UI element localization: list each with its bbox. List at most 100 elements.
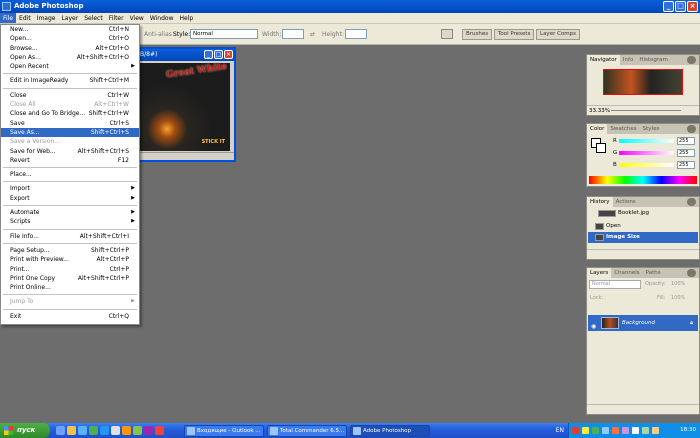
file-menu-item-open-as[interactable]: Open As... Alt+Shift+Ctrl+O: [1, 53, 139, 62]
tray-icon[interactable]: [602, 427, 609, 434]
red-value[interactable]: 255: [677, 137, 695, 145]
file-menu-item-print-with-preview[interactable]: Print with Preview... Alt+Ctrl+P: [1, 255, 139, 264]
history-snapshot[interactable]: Booklet.jpg: [588, 208, 698, 219]
layer-row-background[interactable]: ◉ Background 🔒︎: [588, 315, 698, 331]
palette-well-icon[interactable]: [441, 29, 453, 39]
file-menu-item-browse[interactable]: Browse... Alt+Ctrl+O: [1, 44, 139, 53]
well-tab-tool-presets[interactable]: Tool Presets: [494, 29, 535, 40]
file-menu-item-exit[interactable]: Exit Ctrl+Q: [1, 312, 139, 321]
close-button[interactable]: ×: [687, 1, 698, 12]
tray-icon[interactable]: [582, 427, 589, 434]
menu-view[interactable]: View: [127, 13, 147, 23]
blend-mode-select[interactable]: Normal: [589, 280, 641, 289]
file-menu-item-page-setup[interactable]: Page Setup... Shift+Ctrl+P: [1, 246, 139, 255]
width-field[interactable]: [282, 29, 304, 39]
quick-launch-icon[interactable]: [89, 426, 98, 435]
well-tab-layer-comps[interactable]: Layer Comps: [536, 29, 581, 40]
well-tab-brushes[interactable]: Brushes: [462, 29, 493, 40]
quick-launch-icon[interactable]: [67, 426, 76, 435]
file-menu-item-edit-in-imageready[interactable]: Edit in ImageReady Shift+Ctrl+M: [1, 76, 139, 85]
style-select[interactable]: Normal: [190, 29, 258, 39]
quick-launch-icon[interactable]: [155, 426, 164, 435]
document-canvas[interactable]: Great White STICK IT: [140, 63, 230, 151]
zoom-value[interactable]: 33.33%: [589, 108, 610, 114]
file-menu-item-automate[interactable]: Automate ▶: [1, 208, 139, 217]
swap-icon[interactable]: ⇄: [310, 31, 315, 38]
zoom-slider[interactable]: [611, 110, 681, 111]
tab-navigator[interactable]: Navigator: [587, 55, 620, 65]
blue-slider[interactable]: [619, 163, 674, 167]
menu-file[interactable]: File: [0, 13, 17, 23]
file-menu-item-new[interactable]: New... Ctrl+N: [1, 25, 139, 34]
tray-icon[interactable]: [642, 427, 649, 434]
file-menu-item-save[interactable]: Save Ctrl+S: [1, 119, 139, 128]
tab-paths[interactable]: Paths: [643, 268, 664, 278]
task-photoshop[interactable]: Adobe Photoshop: [350, 424, 430, 437]
opacity-value[interactable]: 100%: [671, 281, 685, 287]
clock[interactable]: 18:30: [680, 423, 700, 438]
tray-icon[interactable]: [632, 427, 639, 434]
language-indicator[interactable]: EN: [556, 423, 564, 438]
file-menu-item-file-info[interactable]: File Info... Alt+Shift+Ctrl+I: [1, 232, 139, 241]
panel-menu-icon[interactable]: [687, 198, 696, 206]
quick-launch-icon[interactable]: [111, 426, 120, 435]
file-menu-item-close[interactable]: Close Ctrl+W: [1, 91, 139, 100]
tab-swatches[interactable]: Swatches: [607, 124, 639, 134]
start-button[interactable]: пуск: [0, 423, 50, 438]
quick-launch-icon[interactable]: [122, 426, 131, 435]
file-menu-item-export[interactable]: Export ▶: [1, 194, 139, 203]
quick-launch-icon[interactable]: [144, 426, 153, 435]
tray-icon[interactable]: [622, 427, 629, 434]
doc-minimize-button[interactable]: _: [204, 50, 213, 59]
file-menu-item-print[interactable]: Print... Ctrl+P: [1, 265, 139, 274]
tab-layers[interactable]: Layers: [587, 268, 612, 278]
file-menu-item-revert[interactable]: Revert F12: [1, 156, 139, 165]
maximize-button[interactable]: □: [675, 1, 686, 12]
navigator-thumbnail[interactable]: [603, 69, 683, 95]
tab-color[interactable]: Color: [587, 124, 608, 134]
blue-value[interactable]: 255: [677, 161, 695, 169]
fill-value[interactable]: 100%: [671, 295, 685, 301]
tab-actions[interactable]: Actions: [613, 197, 639, 207]
tab-info[interactable]: Info: [620, 55, 636, 65]
quick-launch-icon[interactable]: [133, 426, 142, 435]
menu-window[interactable]: Window: [147, 13, 177, 23]
tray-icon[interactable]: [652, 427, 659, 434]
task-outlook[interactable]: Входящие - Outlook ...: [184, 424, 264, 437]
history-state[interactable]: Open: [588, 221, 698, 232]
file-menu-item-save-as[interactable]: Save As... Shift+Ctrl+S: [1, 127, 139, 138]
task-total-commander[interactable]: Total Commander 6.5...: [267, 424, 347, 437]
menu-filter[interactable]: Filter: [106, 13, 127, 23]
tray-icon[interactable]: [592, 427, 599, 434]
menu-layer[interactable]: Layer: [58, 13, 81, 23]
file-menu-item-print-online[interactable]: Print Online...: [1, 283, 139, 292]
doc-close-button[interactable]: ×: [224, 50, 233, 59]
doc-maximize-button[interactable]: □: [214, 50, 223, 59]
menu-image[interactable]: Image: [34, 13, 59, 23]
tray-icon[interactable]: [572, 427, 579, 434]
eye-icon[interactable]: ◉: [591, 319, 596, 335]
color-spectrum[interactable]: [589, 176, 697, 184]
history-state-selected[interactable]: Image Size: [588, 232, 698, 243]
height-field[interactable]: [345, 29, 367, 39]
file-menu-item-open[interactable]: Open... Ctrl+O: [1, 34, 139, 43]
menu-select[interactable]: Select: [81, 13, 106, 23]
panel-menu-icon[interactable]: [687, 269, 696, 277]
file-menu-item-place[interactable]: Place...: [1, 170, 139, 179]
red-slider[interactable]: [619, 139, 674, 143]
file-menu-item-close-and-go-to-bridge[interactable]: Close and Go To Bridge... Shift+Ctrl+W: [1, 109, 139, 118]
panel-menu-icon[interactable]: [687, 56, 696, 64]
file-menu-item-open-recent[interactable]: Open Recent ▶: [1, 62, 139, 71]
tab-channels[interactable]: Channels: [611, 268, 642, 278]
quick-launch-icon[interactable]: [100, 426, 109, 435]
tab-history[interactable]: History: [587, 197, 613, 207]
file-menu-item-save-for-web[interactable]: Save for Web... Alt+Shift+Ctrl+S: [1, 147, 139, 156]
file-menu-item-import[interactable]: Import ▶: [1, 184, 139, 193]
tray-icon[interactable]: [612, 427, 619, 434]
quick-launch-icon[interactable]: [78, 426, 87, 435]
green-value[interactable]: 255: [677, 149, 695, 157]
tab-styles[interactable]: Styles: [640, 124, 663, 134]
panel-menu-icon[interactable]: [687, 125, 696, 133]
quick-launch-icon[interactable]: [56, 426, 65, 435]
menu-help[interactable]: Help: [177, 13, 197, 23]
